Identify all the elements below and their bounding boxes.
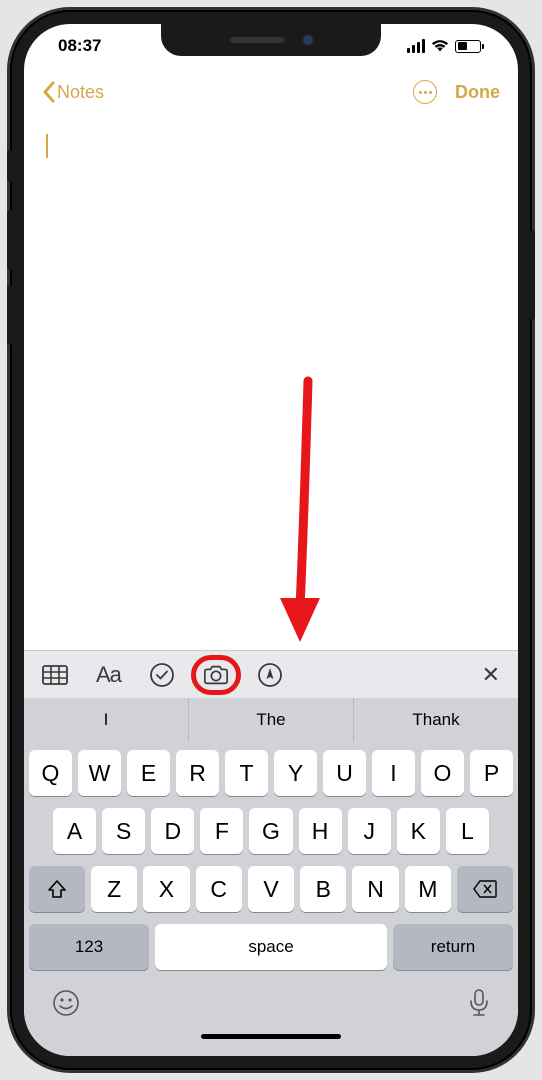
- shift-key[interactable]: [29, 866, 85, 912]
- nav-bar: Notes Done: [24, 68, 518, 116]
- dictation-button[interactable]: [468, 988, 490, 1023]
- key-p[interactable]: P: [470, 750, 513, 796]
- note-toolbar: Aa ✕: [24, 650, 518, 698]
- key-w[interactable]: W: [78, 750, 121, 796]
- key-e[interactable]: E: [127, 750, 170, 796]
- predictive-suggestion[interactable]: The: [189, 698, 354, 742]
- key-j[interactable]: J: [348, 808, 391, 854]
- predictive-bar: I The Thank: [24, 698, 518, 742]
- status-time: 08:37: [58, 36, 101, 56]
- key-k[interactable]: K: [397, 808, 440, 854]
- shift-icon: [47, 879, 67, 899]
- home-indicator[interactable]: [24, 1034, 518, 1056]
- cellular-signal-icon: [407, 39, 425, 53]
- key-o[interactable]: O: [421, 750, 464, 796]
- more-button[interactable]: [413, 80, 437, 104]
- note-editor[interactable]: [24, 116, 518, 650]
- annotation-arrow: [274, 376, 334, 661]
- text-format-button[interactable]: Aa: [96, 662, 121, 688]
- key-u[interactable]: U: [323, 750, 366, 796]
- keyboard: Q W E R T Y U I O P A S D F G H J K L: [24, 742, 518, 976]
- backspace-key[interactable]: [457, 866, 513, 912]
- checkmark-circle-icon: [149, 662, 175, 688]
- key-q[interactable]: Q: [29, 750, 72, 796]
- camera-button[interactable]: [203, 662, 229, 688]
- numbers-key[interactable]: 123: [29, 924, 149, 970]
- space-key[interactable]: space: [155, 924, 387, 970]
- battery-icon: [455, 40, 484, 53]
- emoji-button[interactable]: [52, 989, 80, 1022]
- emoji-icon: [52, 989, 80, 1017]
- predictive-suggestion[interactable]: Thank: [354, 698, 518, 742]
- markup-button[interactable]: [257, 662, 283, 688]
- key-m[interactable]: M: [405, 866, 451, 912]
- key-c[interactable]: C: [196, 866, 242, 912]
- microphone-icon: [468, 988, 490, 1018]
- close-toolbar-button[interactable]: ✕: [482, 662, 500, 688]
- back-label: Notes: [57, 82, 104, 103]
- key-b[interactable]: B: [300, 866, 346, 912]
- camera-icon: [203, 662, 229, 688]
- key-t[interactable]: T: [225, 750, 268, 796]
- key-n[interactable]: N: [352, 866, 398, 912]
- table-icon: [42, 662, 68, 688]
- backspace-icon: [473, 880, 497, 898]
- key-d[interactable]: D: [151, 808, 194, 854]
- key-y[interactable]: Y: [274, 750, 317, 796]
- text-cursor: [46, 134, 48, 158]
- key-s[interactable]: S: [102, 808, 145, 854]
- key-r[interactable]: R: [176, 750, 219, 796]
- keyboard-bottom-bar: [24, 976, 518, 1034]
- key-h[interactable]: H: [299, 808, 342, 854]
- table-button[interactable]: [42, 662, 68, 688]
- key-l[interactable]: L: [446, 808, 489, 854]
- key-g[interactable]: G: [249, 808, 292, 854]
- key-v[interactable]: V: [248, 866, 294, 912]
- checklist-button[interactable]: [149, 662, 175, 688]
- back-button[interactable]: Notes: [42, 81, 104, 103]
- chevron-left-icon: [42, 81, 55, 103]
- predictive-suggestion[interactable]: I: [24, 698, 189, 742]
- key-i[interactable]: I: [372, 750, 415, 796]
- done-button[interactable]: Done: [455, 82, 500, 103]
- key-x[interactable]: X: [143, 866, 189, 912]
- key-z[interactable]: Z: [91, 866, 137, 912]
- key-f[interactable]: F: [200, 808, 243, 854]
- pen-circle-icon: [257, 662, 283, 688]
- return-key[interactable]: return: [393, 924, 513, 970]
- wifi-icon: [431, 39, 449, 53]
- key-a[interactable]: A: [53, 808, 96, 854]
